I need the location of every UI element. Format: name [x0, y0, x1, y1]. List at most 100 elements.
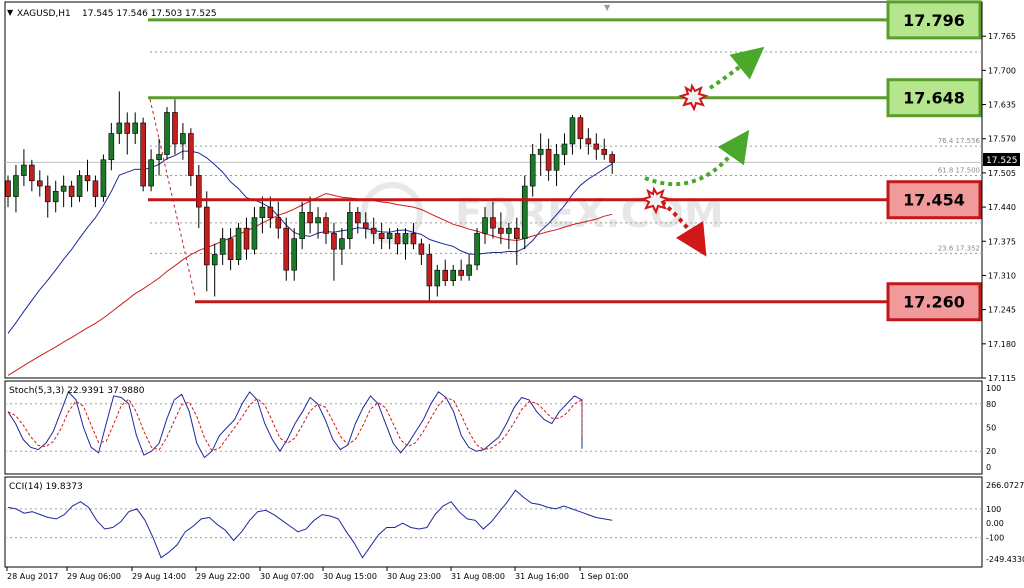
candle-body	[36, 180, 43, 187]
candle-body	[227, 238, 234, 260]
candle-body	[529, 154, 536, 187]
candle-body	[5, 180, 11, 197]
candle-body	[323, 217, 329, 234]
candle-body	[211, 254, 218, 266]
time-tick-label: 1 Sep 01:00	[580, 572, 628, 581]
stoch-tick-label: 80	[986, 400, 996, 409]
candle-body	[418, 243, 425, 255]
cci-tick-label: 100	[986, 505, 1001, 514]
cci-label: CCI(14) 19.8373	[9, 482, 83, 492]
shift-marker-icon[interactable]: ▼	[604, 3, 611, 12]
price-tick-label: 17.310	[988, 271, 1016, 280]
cci-tick-label: -100	[986, 534, 1004, 543]
candle-body	[561, 143, 568, 155]
price-axis: 17.765 17.700 17.635 17.570 17.505 17.440 17.3…	[982, 32, 1016, 383]
candle-body	[601, 148, 608, 155]
forex-chart[interactable]: FOREX.COM 76.4 17.556 61.8 17.500 23.6 17.…	[0, 0, 1024, 588]
candle-body	[52, 191, 59, 203]
stoch-panel[interactable]	[4, 380, 983, 475]
candle-body	[251, 217, 258, 250]
price-tick-label: 17.115	[988, 374, 1016, 383]
candle-body	[545, 148, 552, 171]
time-tick-label: 30 Aug 15:00	[323, 572, 377, 581]
candle-body	[378, 233, 385, 239]
candle-body	[585, 138, 592, 145]
candle-body	[434, 269, 441, 287]
collapse-icon[interactable]: ▼	[7, 8, 14, 17]
candle-body	[92, 180, 99, 197]
candle-body	[172, 112, 178, 145]
candle-body	[450, 269, 457, 282]
candle-body	[370, 227, 377, 234]
price-tick-label: 17.440	[988, 203, 1016, 212]
time-tick-label: 31 Aug 16:00	[515, 572, 569, 581]
stoch-label: Stoch(5,3,3) 22.9391 37.9880	[9, 386, 145, 396]
candle-body	[362, 222, 369, 229]
candle-body	[68, 185, 75, 197]
candle-body	[291, 238, 298, 271]
candle-body	[203, 206, 210, 266]
time-tick-label: 29 Aug 06:00	[67, 572, 121, 581]
time-axis: 28 Aug 2017 29 Aug 06:00 29 Aug 14:00 29 Au…	[6, 567, 628, 581]
candle-body	[299, 212, 305, 239]
candle-body	[593, 143, 600, 150]
candle-body	[307, 212, 313, 224]
price-tick-label: 17.570	[988, 135, 1016, 144]
candle-body	[315, 217, 321, 224]
cci-panel[interactable]	[4, 476, 983, 568]
candle-body	[235, 227, 242, 260]
candle-body	[466, 264, 472, 276]
price-tick-label: 17.505	[988, 169, 1016, 178]
candle-body	[513, 227, 520, 239]
candle-body	[339, 238, 345, 250]
candle-body	[609, 154, 616, 163]
candle-body	[196, 175, 202, 208]
candle-body	[243, 227, 250, 250]
candle-body	[354, 212, 361, 224]
candle-body	[458, 269, 464, 276]
level-label: 17.648	[903, 89, 965, 108]
candle-body	[442, 269, 449, 282]
level-label: 17.454	[903, 191, 965, 210]
candle-body	[386, 233, 393, 239]
candle-body	[537, 148, 544, 155]
price-tick-label: 17.765	[988, 32, 1016, 41]
candle-body	[577, 117, 584, 140]
stoch-tick-label: 0	[986, 463, 991, 472]
candle-body	[164, 112, 170, 155]
price-tick-label: 17.635	[988, 101, 1016, 110]
candle-body	[331, 233, 337, 250]
candle-body	[553, 154, 560, 171]
candle-body	[219, 238, 226, 255]
candle-body	[410, 233, 417, 245]
stoch-tick-label: 100	[986, 384, 1001, 393]
candle-body	[29, 164, 35, 182]
candle-body	[188, 133, 194, 176]
candle-body	[148, 159, 154, 187]
stoch-tick-label: 20	[986, 447, 996, 456]
fib-label: 76.4 17.556	[938, 137, 981, 145]
candle-body	[474, 233, 480, 266]
candle-body	[116, 122, 123, 134]
candle-body	[521, 185, 528, 239]
price-tick-label: 17.700	[988, 66, 1016, 75]
current-price-tag: 17.525	[986, 156, 1018, 166]
candle-body	[44, 185, 51, 203]
candle-body	[21, 164, 27, 176]
fib-label: 61.8 17.500	[938, 167, 980, 175]
candle-body	[140, 122, 146, 187]
watermark: FOREX.COM	[455, 191, 724, 237]
chart-ohlc: 17.545 17.546 17.503 17.525	[82, 9, 217, 19]
stoch-tick-label: 50	[986, 424, 996, 433]
candle-body	[259, 206, 266, 218]
candle-body	[569, 117, 576, 145]
candle-body	[156, 154, 162, 161]
time-tick-label: 31 Aug 08:00	[451, 572, 505, 581]
candle-body	[124, 122, 131, 134]
time-tick-label: 29 Aug 14:00	[132, 572, 186, 581]
candle-body	[498, 227, 504, 234]
time-tick-label: 28 Aug 2017	[7, 572, 58, 581]
fib-label: 23.6 17.352	[938, 244, 980, 252]
level-label: 17.260	[903, 293, 965, 312]
candle-body	[76, 175, 83, 197]
